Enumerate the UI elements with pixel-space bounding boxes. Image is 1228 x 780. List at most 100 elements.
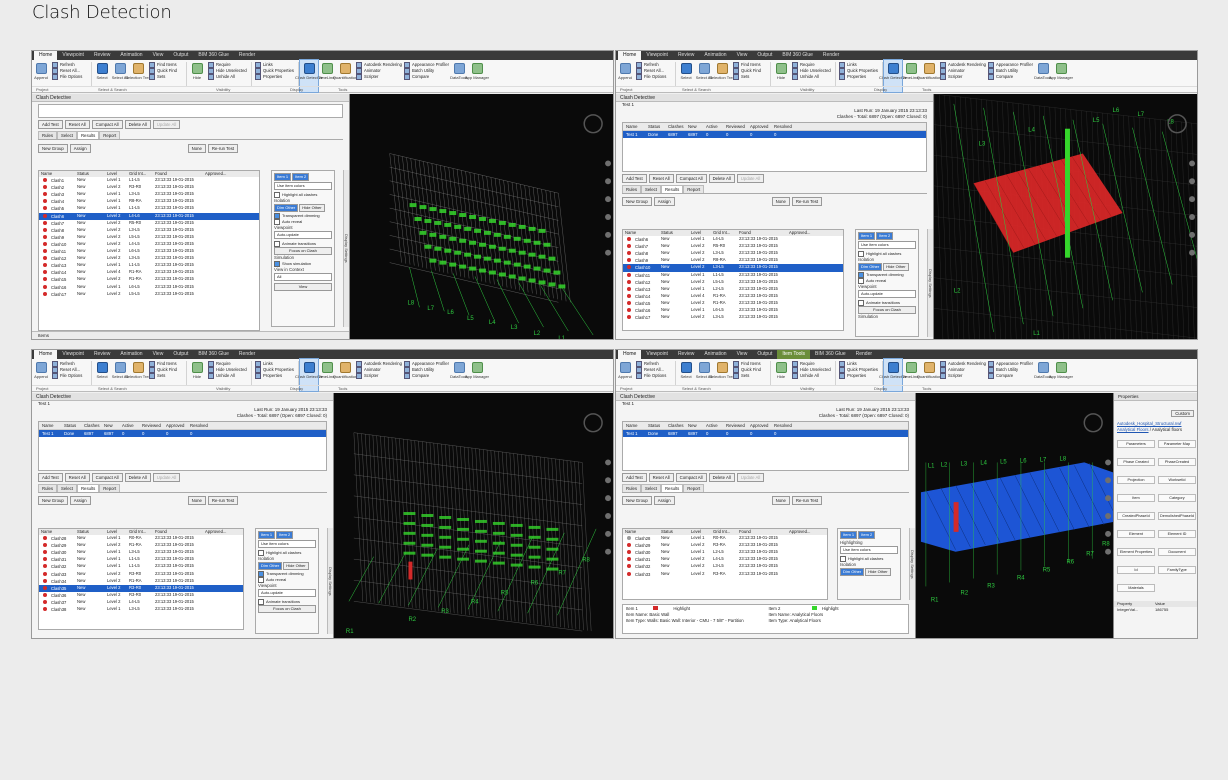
property-tab[interactable]: Element ID	[1158, 530, 1196, 538]
view-in-context-dropdown[interactable]: All	[274, 273, 332, 281]
test-button-add-test[interactable]: Add Test	[622, 473, 647, 482]
test-button-compact-all[interactable]: Compact All	[675, 473, 707, 482]
item-tab[interactable]: Item 2	[276, 531, 294, 539]
clash-row[interactable]: Clash28 New Level 1 R0-RA 23:13:33 19-01-201…	[39, 535, 243, 542]
subtab-results[interactable]: Results	[660, 185, 684, 193]
display-settings-tab[interactable]: Display Settings	[343, 170, 349, 327]
result-button-re-run-test[interactable]: Re-run Test	[207, 144, 239, 153]
clash-row[interactable]: Clash10 New Level 2 L4-L5 23:13:33 19-01-201…	[39, 241, 259, 248]
test-button-reset-all[interactable]: Reset All	[648, 174, 674, 183]
tab-output[interactable]: Output	[168, 51, 193, 60]
clash-row[interactable]: Clash12 New Level 2 L3-L5 23:13:33 19-01-201…	[39, 255, 259, 262]
item-colors-dropdown[interactable]: Use item colors	[274, 182, 332, 190]
property-tab[interactable]: Element	[1117, 530, 1155, 538]
item-tab[interactable]: Item 1	[274, 173, 292, 181]
view-button[interactable]: View	[274, 283, 332, 291]
result-button-none[interactable]: None	[187, 144, 206, 153]
visibility-commands-item[interactable]: Unhide All	[208, 373, 248, 379]
tab-animation[interactable]: Animation	[699, 350, 731, 359]
clash-row[interactable]: Clash34 New Level 2 R1-RA 23:13:33 19-01-201…	[39, 578, 243, 585]
item-tab[interactable]: Item 2	[292, 173, 310, 181]
clash-row[interactable]: Clash33 New Level 2 R3-R0 23:13:33 19-01-201…	[39, 571, 243, 578]
subtab-rules[interactable]: Rules	[622, 484, 641, 492]
item-tab[interactable]: Item 1	[858, 232, 876, 240]
clash-row[interactable]: Clash32 New Level 1 L1-L5 23:13:33 19-01-201…	[39, 563, 243, 570]
tab-render[interactable]: Render	[234, 51, 260, 60]
tools-commands-item[interactable]: Scripter	[940, 74, 984, 80]
test-button-reset-all[interactable]: Reset All	[64, 120, 90, 129]
property-tab[interactable]: Item	[1117, 494, 1155, 502]
clash-row[interactable]: Clash5 New Level 1 L1-L5 23:13:33 19-01-2015	[39, 205, 259, 212]
clash-row[interactable]: Clash32 New Level 2 L3-L5 23:13:33 19-01-201…	[623, 563, 827, 570]
display-settings-tab[interactable]: Display Settings	[927, 229, 933, 337]
results-table[interactable]: Name Status Level Grid Int... Found Approved.…	[38, 170, 260, 331]
3d-viewport[interactable]: L1 L2 L3 L4 L5 L6 L7 L8	[934, 94, 1197, 339]
project-commands-item[interactable]: File Options	[52, 74, 88, 80]
property-tab[interactable]: Materials	[1117, 584, 1155, 592]
hide-other-button[interactable]: Hide Other	[299, 204, 325, 212]
subtab-report[interactable]: Report	[99, 131, 121, 139]
clash-row[interactable]: Clash15 New Level 2 R1-RA 23:13:33 19-01-201…	[623, 300, 843, 307]
display-settings-tab[interactable]: Display Settings	[327, 528, 333, 634]
clash-row[interactable]: Clash33 New Level 2 R3-RA 23:13:33 19-01-201…	[623, 571, 827, 578]
tab-viewpoint[interactable]: Viewpoint	[57, 51, 89, 60]
test-button-update-all[interactable]: Update All	[736, 473, 765, 482]
result-button-assign[interactable]: Assign	[69, 144, 91, 153]
tools-commands-2-item[interactable]: Compare	[988, 74, 1032, 80]
focus-on-clash-button[interactable]: Focus on Clash	[258, 605, 316, 613]
properties-link-floors[interactable]: Analytical Floors	[1117, 427, 1149, 432]
subtab-select[interactable]: Select	[641, 484, 661, 492]
project-commands-item[interactable]: File Options	[636, 373, 672, 379]
item-colors-dropdown[interactable]: Use item colors	[258, 540, 316, 548]
clash-row[interactable]: Clash3 New Level 1 L3-L5 23:13:33 19-01-2015	[39, 191, 259, 198]
test-button-compact-all[interactable]: Compact All	[675, 174, 707, 183]
project-commands-item[interactable]: File Options	[52, 373, 88, 379]
test-table[interactable]: Name Status Clashes New Active Reviewed Approv…	[38, 421, 327, 471]
visibility-commands-item[interactable]: Unhide All	[792, 74, 832, 80]
tab-home[interactable]: Home	[618, 51, 642, 60]
viewpoint-dropdown[interactable]: Auto-update	[258, 589, 316, 597]
tab-home[interactable]: Home	[618, 350, 642, 359]
item-tab[interactable]: Item 2	[858, 531, 876, 539]
focus-on-clash-button[interactable]: Focus on Clash	[858, 306, 916, 314]
tab-render[interactable]: Render	[851, 350, 877, 359]
clash-row[interactable]: Clash38 New Level 1 L3-L5 23:13:33 19-01-201…	[39, 606, 243, 613]
item-colors-dropdown[interactable]: Use item colors	[840, 546, 898, 554]
result-button-re-run-test[interactable]: Re-run Test	[791, 496, 823, 505]
display-commands-item[interactable]: Properties	[839, 373, 879, 379]
subtab-select[interactable]: Select	[57, 484, 77, 492]
clash-row[interactable]: Clash35 New Level 2 R3-R0 23:13:33 19-01-201…	[39, 584, 243, 592]
tab-animation[interactable]: Animation	[699, 51, 731, 60]
test-button-update-all[interactable]: Update All	[152, 473, 181, 482]
result-button-none[interactable]: None	[771, 496, 790, 505]
tab-bim-360-glue[interactable]: BIM 360 Glue	[193, 350, 234, 359]
clash-row[interactable]: Clash15 New Level 2 R1-RA 23:13:33 19-01-201…	[39, 276, 259, 283]
tab-review[interactable]: Review	[673, 350, 699, 359]
clash-row[interactable]: Clash30 New Level 1 L3-L5 23:13:33 19-01-201…	[39, 549, 243, 556]
tools-commands-2-item[interactable]: Compare	[404, 74, 448, 80]
clash-row[interactable]: Clash7 New Level 2 R5-R0 23:13:33 19-01-2015	[623, 243, 843, 250]
test-table[interactable]: Name Status Clashes New Active Reviewed Approv…	[622, 421, 909, 471]
tab-review[interactable]: Review	[673, 51, 699, 60]
test-button-add-test[interactable]: Add Test	[38, 473, 63, 482]
item-tab[interactable]: Item 1	[840, 531, 858, 539]
clash-row[interactable]: Clash17 New Level 2 L5-L5 23:13:33 19-01-201…	[39, 291, 259, 298]
3d-viewport[interactable]: R1 R2 R3 R4 R5 R6 R7 R8	[334, 393, 613, 638]
select-commands-item[interactable]: Sets	[149, 74, 183, 80]
tools-commands-item[interactable]: Scripter	[356, 74, 400, 80]
3d-viewport[interactable]: L1 L2 L3 L4 L5 L6 L7 L8 R1 R2 R3 R4 R5 R6 R7 R8	[916, 393, 1113, 638]
tab-bim-360-glue[interactable]: BIM 360 Glue	[777, 51, 818, 60]
tab-output[interactable]: Output	[168, 350, 193, 359]
clash-row[interactable]: Clash1 New Level 1 L1-L5 23:13:33 19-01-2015	[39, 177, 259, 184]
property-tab[interactable]: Element Properties	[1117, 548, 1155, 556]
test-button-reset-all[interactable]: Reset All	[64, 473, 90, 482]
test-button-compact-all[interactable]: Compact All	[91, 473, 123, 482]
tab-viewpoint[interactable]: Viewpoint	[641, 350, 673, 359]
tab-view[interactable]: View	[148, 51, 169, 60]
tab-bim-360-glue[interactable]: BIM 360 Glue	[193, 51, 234, 60]
clash-row[interactable]: Clash6 New Level 2 L4-L6 23:13:33 19-01-2015	[39, 212, 259, 220]
clash-row[interactable]: Clash37 New Level 2 L4-L5 23:13:33 19-01-201…	[39, 599, 243, 606]
property-tab[interactable]: Parameters	[1117, 440, 1155, 448]
tab-render[interactable]: Render	[818, 51, 844, 60]
clash-row[interactable]: Clash7 New Level 2 R5-R0 23:13:33 19-01-2015	[39, 220, 259, 227]
